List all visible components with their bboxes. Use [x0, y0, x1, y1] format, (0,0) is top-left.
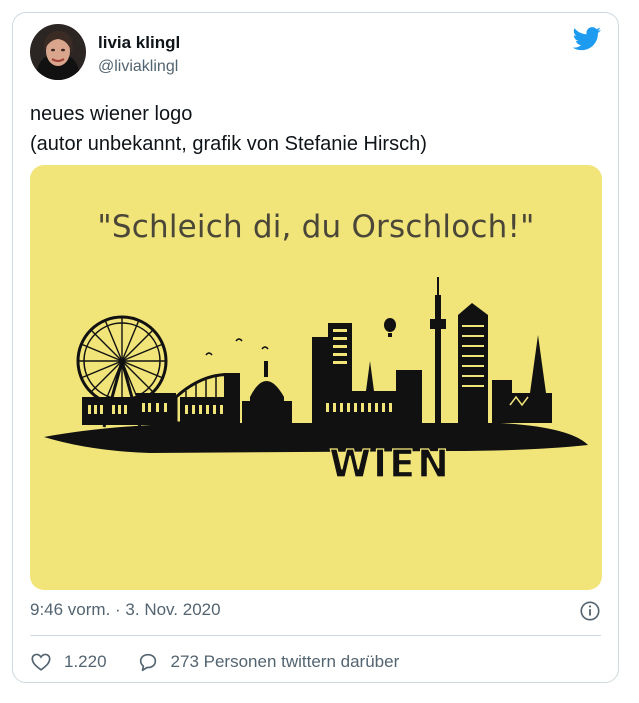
twitter-bird-icon[interactable]: [572, 27, 602, 51]
danube-tower: [435, 295, 441, 423]
info-icon[interactable]: [579, 600, 601, 622]
author-name[interactable]: livia klingl: [98, 33, 180, 53]
skyscraper: [458, 303, 488, 423]
like-count: 1.220: [64, 652, 107, 671]
author-handle[interactable]: @liviaklingl: [98, 58, 178, 76]
retweet-text: 273 Personen twittern darüber: [170, 652, 400, 671]
tweet-card: livia klingl @liviaklingl neues wiener l…: [12, 12, 619, 683]
divider: [30, 635, 601, 636]
avatar[interactable]: [30, 24, 86, 80]
birds: [205, 338, 269, 356]
tweet-text-line: (autor unbekannt, grafik von Stefanie Hi…: [30, 133, 427, 155]
speech-bubble-icon: [139, 653, 156, 672]
hot-air-balloon: [384, 318, 396, 332]
retweets-link[interactable]: 273 Personen twittern darüber: [137, 651, 400, 673]
tweet-image[interactable]: "Schleich di, du Orschloch!" WIEN: [30, 165, 602, 590]
skyline-ground: [44, 423, 588, 453]
tweet-text: neues wiener logo (autor unbekannt, graf…: [30, 99, 427, 159]
cathedral: [500, 393, 552, 423]
heart-icon: [31, 653, 51, 671]
city-label: WIEN: [329, 442, 451, 486]
avatar-photo: [30, 24, 86, 80]
tweet-actions: 1.220 273 Personen twittern darüber: [30, 649, 399, 675]
tweet-timestamp[interactable]: 9:46 vorm. · 3. Nov. 2020: [30, 600, 221, 620]
tweet-text-line: neues wiener logo: [30, 103, 193, 125]
vienna-skyline-graphic: WIEN: [44, 277, 588, 487]
like-button[interactable]: 1.220: [30, 651, 107, 673]
